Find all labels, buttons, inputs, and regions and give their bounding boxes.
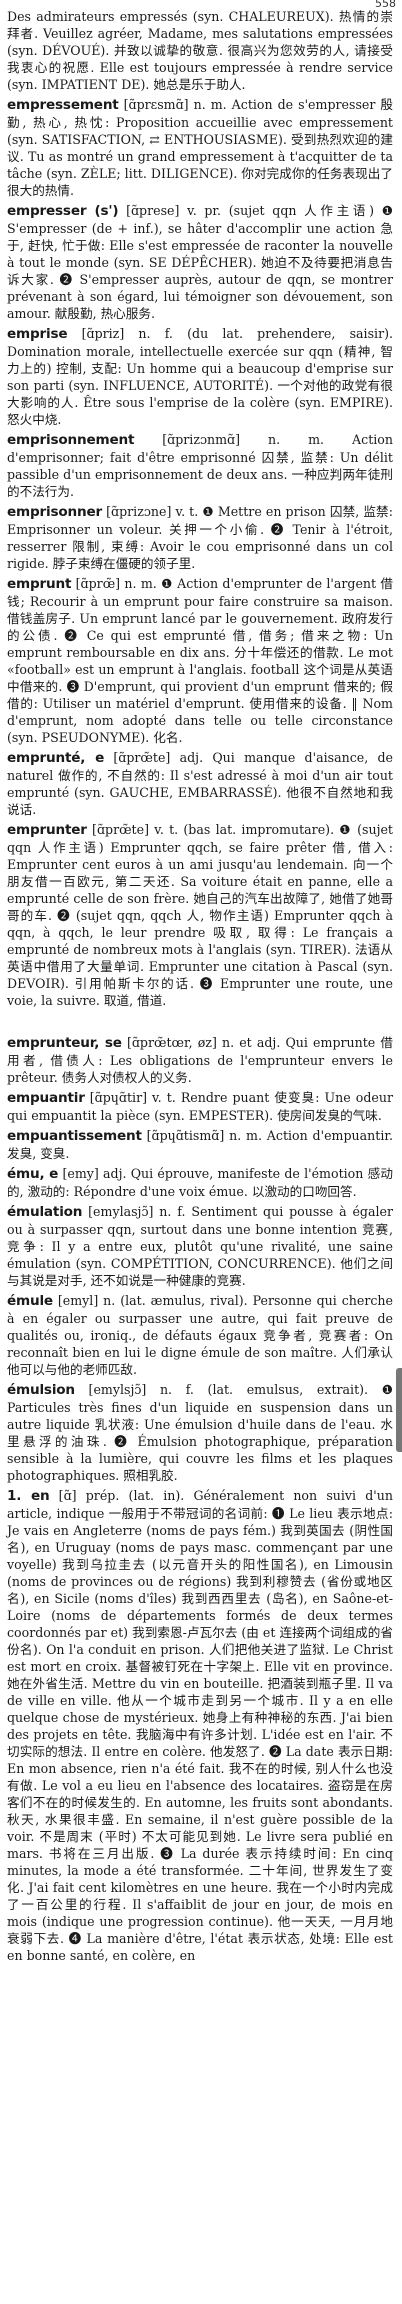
entry-definition: [emy] adj. Qui éprouve, manifeste de l'é… bbox=[7, 1166, 393, 1199]
entry-definition: [ɑ̃prœ̃] n. m. ❶ Action d'emprunter de l… bbox=[7, 576, 394, 745]
dictionary-entry-continuation-top: Des admirateurs empressés (syn. CHALEURE… bbox=[7, 8, 393, 93]
entry-headword: emprunteur, se bbox=[7, 1035, 122, 1051]
entry-definition: [ɑ̃prese] v. pr. (sujet qqn 人作主语) ❶ S'em… bbox=[7, 203, 393, 321]
entry-definition: Des admirateurs empressés (syn. CHALEURE… bbox=[7, 9, 393, 92]
dictionary-entry-emprunter: emprunter [ɑ̃prœ̃te] v. t. (bas lat. imp… bbox=[7, 821, 393, 1009]
entry-headword: emprunté, e bbox=[7, 750, 105, 766]
entry-definition: [ɑ̃] prép. (lat. in). Généralement non s… bbox=[7, 1488, 393, 1963]
entry-headword: empuantissement bbox=[7, 1128, 142, 1144]
dictionary-entry-emprunte: emprunté, e [ɑ̃prœ̃te] adj. Qui manque d… bbox=[7, 749, 393, 818]
entry-headword: emprisonnement bbox=[7, 432, 135, 448]
dictionary-entry-emprise: emprise [ɑ̃priz] n. f. (du lat. prehende… bbox=[7, 325, 393, 428]
entry-headword: emprunter bbox=[7, 822, 87, 838]
entry-definition: [emyl] n. (lat. æmulus, rival). Personne… bbox=[7, 1293, 393, 1377]
entry-headword: ému, e bbox=[7, 1166, 59, 1182]
entry-definition: [ɑ̃prœ̃te] v. t. (bas lat. impromutare).… bbox=[7, 822, 393, 1008]
dictionary-entry-empuantissement: empuantissement [ɑ̃pɥɑ̃tismɑ̃] n. m. Act… bbox=[7, 1127, 393, 1162]
entry-headword: émule bbox=[7, 1293, 53, 1309]
entry-headword: empresser (s') bbox=[7, 203, 119, 219]
entry-gap bbox=[7, 1012, 393, 1034]
dictionary-entry-emprunteur: emprunteur, se [ɑ̃prœ̃tœr, øz] n. et adj… bbox=[7, 1034, 393, 1086]
dictionary-entry-emulation: émulation [emylasjɔ̃] n. f. Sentiment qu… bbox=[7, 1203, 393, 1289]
dictionary-entry-s-empresser: empresser (s') [ɑ̃prese] v. pr. (sujet q… bbox=[7, 202, 393, 322]
dictionary-entry-empuantir: empuantir [ɑ̃pɥɑ̃tir] v. t. Rendre puant… bbox=[7, 1089, 393, 1124]
entry-headword: 1. en bbox=[7, 1488, 50, 1504]
dictionary-entry-emu: ému, e [emy] adj. Qui éprouve, manifeste… bbox=[7, 1165, 393, 1200]
dictionary-entry-emule: émule [emyl] n. (lat. æmulus, rival). Pe… bbox=[7, 1292, 393, 1378]
dictionary-column: Des admirateurs empressés (syn. CHALEURE… bbox=[7, 8, 393, 1967]
entry-headword: émulsion bbox=[7, 1382, 75, 1398]
dictionary-entry-emprisonner: emprisonner [ɑ̃prizɔne] v. t. ❶ Mettre e… bbox=[7, 503, 393, 572]
entry-headword: emprunt bbox=[7, 576, 72, 592]
entry-headword: émulation bbox=[7, 1204, 83, 1220]
entry-headword: empuantir bbox=[7, 1090, 85, 1106]
dictionary-entry-empressement: empressement [ɑ̃prɛsmɑ̃] n. m. Action de… bbox=[7, 96, 393, 199]
thumb-index-tab bbox=[396, 1368, 402, 1452]
dictionary-entry-emulsion: émulsion [emylsjɔ̃] n. f. (lat. emulsus,… bbox=[7, 1381, 393, 1484]
entry-headword: emprise bbox=[7, 326, 68, 342]
dictionary-entry-en-1: 1. en [ɑ̃] prép. (lat. in). Généralement… bbox=[7, 1487, 393, 1964]
entry-headword: empressement bbox=[7, 97, 119, 113]
entry-headword: emprisonner bbox=[7, 504, 102, 520]
dictionary-entry-emprisonnement: emprisonnement [ɑ̃prizɔnmɑ̃] n. m. Actio… bbox=[7, 431, 393, 500]
dictionary-entry-emprunt: emprunt [ɑ̃prœ̃] n. m. ❶ Action d'emprun… bbox=[7, 575, 393, 746]
